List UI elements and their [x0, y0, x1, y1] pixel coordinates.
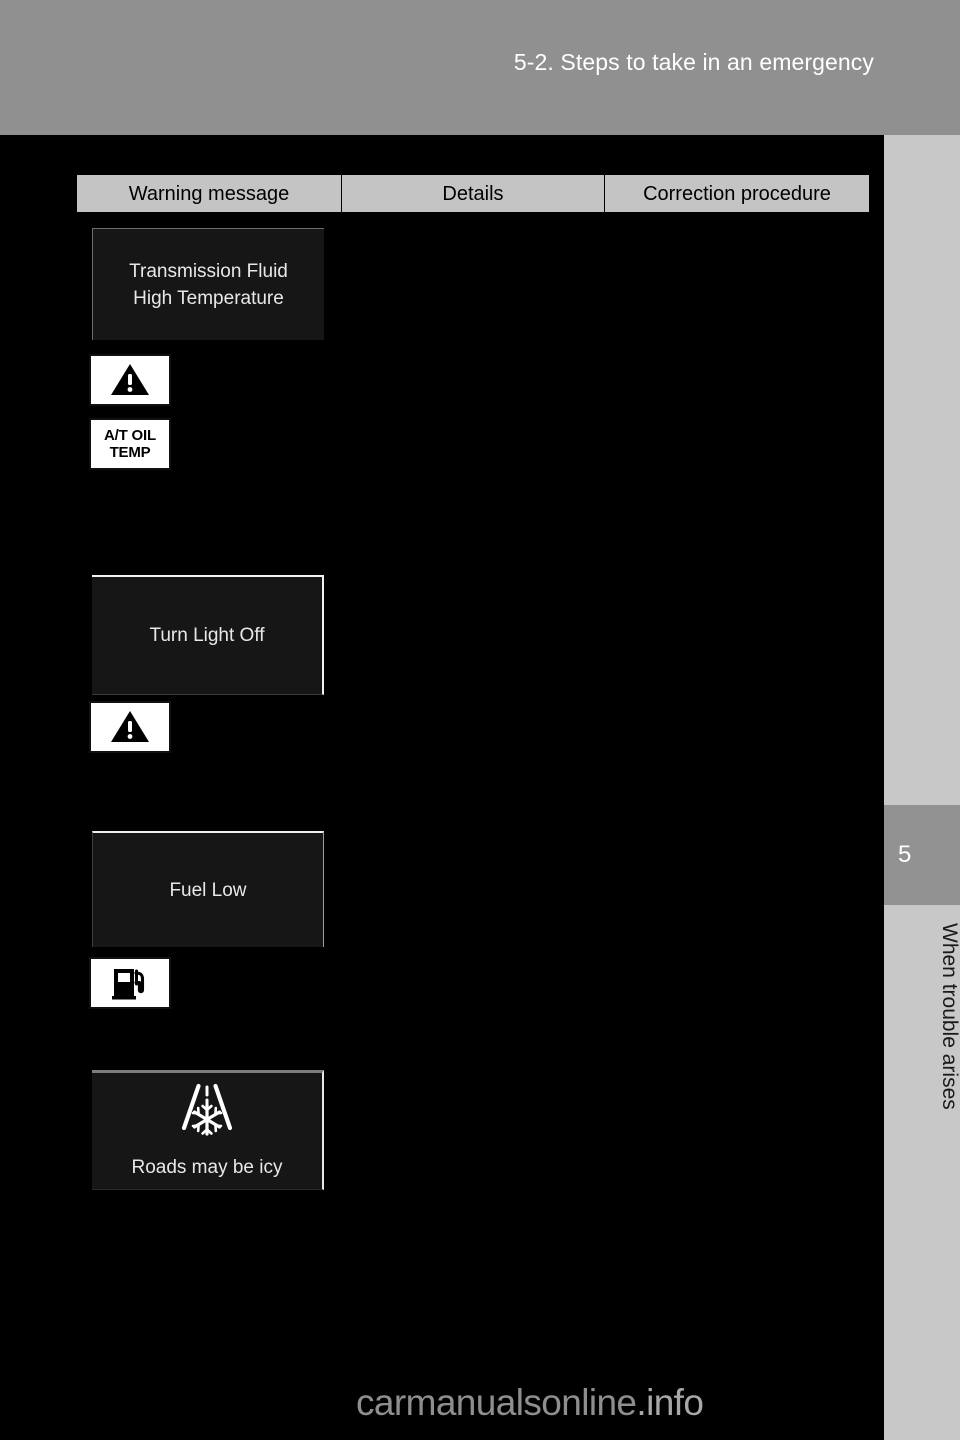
- watermark-tld: .info: [636, 1382, 704, 1423]
- warning-triangle-icon: [89, 354, 171, 406]
- warning-message-box: Roads may be icy: [92, 1070, 324, 1190]
- column-header-correction-procedure: Correction procedure: [605, 175, 869, 212]
- page-title: 5-2. Steps to take in an emergency: [513, 49, 874, 75]
- at-oil-temp-line2: TEMP: [109, 444, 151, 461]
- at-oil-temp-icon: A/T OIL TEMP: [89, 418, 171, 470]
- warning-message-box: Turn Light Off: [92, 575, 324, 695]
- icy-road-icon: [178, 1082, 236, 1146]
- at-oil-temp-line1: A/T OIL: [104, 427, 156, 444]
- warning-table-header: Warning message Details Correction proce…: [76, 174, 870, 213]
- warning-triangle-icon: [89, 701, 171, 753]
- column-header-details: Details: [342, 175, 605, 212]
- column-header-warning-message: Warning message: [77, 175, 342, 212]
- fuel-pump-icon: [89, 957, 171, 1009]
- warning-message-line: Fuel Low: [169, 879, 247, 901]
- warning-message-line: Turn Light Off: [149, 625, 265, 646]
- chapter-number-block: 5: [884, 805, 960, 905]
- site-watermark: carmanualsonline.info: [356, 1382, 704, 1424]
- watermark-name: carmanualsonline: [356, 1382, 637, 1423]
- warning-message-box: Fuel Low: [92, 831, 324, 947]
- warning-message-line: High Temperature: [133, 287, 284, 309]
- chapter-number: 5: [898, 841, 912, 868]
- warning-message-line: Transmission Fluid: [129, 260, 288, 282]
- page-header-band: 5-2. Steps to take in an emergency: [0, 0, 960, 135]
- warning-message-box: Transmission Fluid High Temperature: [92, 228, 324, 340]
- at-oil-temp-icon-label: A/T OIL TEMP: [104, 427, 156, 461]
- chapter-sidebar: 5 When trouble arises: [884, 135, 960, 1440]
- chapter-section-label: When trouble arises: [938, 923, 960, 1110]
- manual-page: 5-2. Steps to take in an emergency 5 Whe…: [0, 0, 960, 1440]
- warning-message-line: Roads may be icy: [131, 1156, 283, 1178]
